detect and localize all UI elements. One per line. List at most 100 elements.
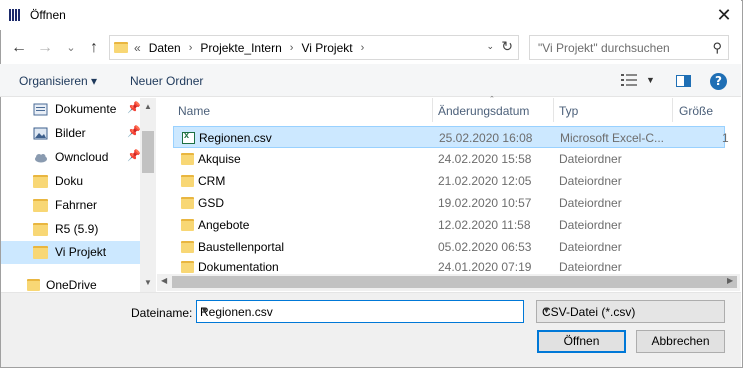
column-header-size[interactable]: Größe: [679, 104, 713, 128]
refresh-icon[interactable]: ↻: [501, 38, 513, 55]
search-placeholder: "Vi Projekt" durchsuchen: [538, 41, 670, 55]
navigation-pane: Dokumente 📌 Bilder 📌 Owncloud 📌 Doku Fah…: [1, 98, 156, 292]
view-dropdown-icon[interactable]: ▼: [646, 75, 655, 85]
file-date: 21.02.2020 12:05: [438, 174, 532, 188]
file-row[interactable]: Baustellenportal 05.02.2020 06:53 Dateio…: [173, 236, 725, 258]
breadcrumb-item[interactable]: Daten: [149, 41, 181, 55]
file-type-select[interactable]: CSV-Datei (*.csv) ▼: [536, 300, 725, 323]
horizontal-scrollbar[interactable]: ◀ ▶: [157, 274, 740, 291]
chevron-down-icon[interactable]: ▼: [200, 305, 519, 315]
title-bar: [0, 0, 741, 30]
sidebar-item-label: Doku: [55, 174, 84, 188]
file-date: 25.02.2020 16:08: [439, 131, 533, 145]
file-name: CRM: [198, 174, 226, 188]
sidebar-scrollbar[interactable]: ▲ ▼: [140, 98, 156, 292]
file-type: Dateiordner: [559, 218, 622, 232]
column-header-type[interactable]: Typ: [559, 104, 578, 128]
close-icon[interactable]: ✕: [710, 2, 738, 28]
view-options-icon[interactable]: [620, 73, 638, 87]
new-folder-button[interactable]: Neuer Ordner: [130, 74, 203, 88]
search-input[interactable]: "Vi Projekt" durchsuchen ⚲: [529, 35, 729, 60]
back-arrow-icon[interactable]: ←: [8, 38, 30, 58]
column-divider[interactable]: [672, 98, 673, 122]
chevron-right-icon[interactable]: ›: [290, 42, 294, 54]
pin-icon: 📌: [127, 102, 141, 114]
chevron-right-icon[interactable]: ›: [361, 42, 365, 54]
folder-icon: [33, 223, 48, 236]
folder-icon: [27, 279, 40, 291]
breadcrumb-item[interactable]: Vi Projekt: [301, 41, 352, 55]
sidebar-item-label: Fahrner: [55, 198, 98, 212]
column-header-date[interactable]: Änderungsdatum: [438, 104, 529, 128]
file-type: Dateiordner: [559, 260, 622, 274]
scrollbar-thumb[interactable]: [172, 276, 737, 288]
help-icon[interactable]: ?: [710, 73, 727, 90]
folder-icon: [181, 241, 194, 253]
folder-icon: [181, 197, 194, 209]
address-bar[interactable]: « Daten › Projekte_Intern › Vi Projekt ›…: [109, 35, 519, 60]
file-row[interactable]: CRM 21.02.2020 12:05 Dateiordner: [173, 170, 725, 192]
column-header-name[interactable]: Name: [178, 104, 210, 128]
preview-pane-icon[interactable]: [676, 75, 691, 87]
search-icon[interactable]: ⚲: [712, 40, 722, 56]
chevron-right-icon[interactable]: ›: [189, 42, 193, 54]
file-type: Dateiordner: [559, 174, 622, 188]
file-row[interactable]: Angebote 12.02.2020 11:58 Dateiordner: [173, 214, 725, 236]
file-date: 12.02.2020 11:58: [438, 218, 531, 232]
file-row[interactable]: Akquise 24.02.2020 15:58 Dateiordner: [173, 148, 725, 170]
address-dropdown-icon[interactable]: ⌄: [486, 41, 494, 52]
file-type: Dateiordner: [559, 240, 622, 254]
scroll-up-icon[interactable]: ▲: [140, 102, 156, 111]
scroll-left-icon[interactable]: ◀: [161, 276, 167, 285]
file-date: 19.02.2020 10:57: [438, 196, 532, 210]
file-name: GSD: [198, 196, 225, 210]
file-size: 1: [722, 131, 729, 145]
scrollbar-thumb[interactable]: [142, 131, 154, 173]
folder-icon: [181, 153, 194, 165]
column-divider[interactable]: [553, 98, 554, 122]
pin-icon: 📌: [127, 126, 141, 138]
sidebar-item-r5[interactable]: R5 (5.9): [1, 218, 141, 241]
app-icon: [9, 9, 23, 21]
recent-locations-dropdown-icon[interactable]: ⌄: [60, 38, 82, 58]
pictures-icon: [33, 127, 48, 140]
file-date: 05.02.2020 06:53: [438, 240, 532, 254]
cancel-button[interactable]: Abbrechen: [636, 330, 725, 353]
sidebar-item-label: Owncloud: [55, 150, 109, 164]
sidebar-item-doku[interactable]: Doku: [1, 170, 141, 193]
up-arrow-icon[interactable]: ↑: [83, 38, 105, 58]
file-name: Dokumentation: [198, 260, 279, 274]
sidebar-item-vi-projekt[interactable]: Vi Projekt: [1, 241, 141, 264]
file-type: Dateiordner: [559, 152, 622, 166]
organize-button[interactable]: Organisieren ▾: [19, 74, 97, 88]
file-row[interactable]: GSD 19.02.2020 10:57 Dateiordner: [173, 192, 725, 214]
file-date: 24.01.2020 07:19: [438, 260, 532, 274]
chevron-down-icon[interactable]: ▼: [542, 305, 720, 315]
window-title: Öffnen: [30, 8, 66, 22]
file-name: Regionen.csv: [199, 131, 272, 145]
sidebar-item-label: Vi Projekt: [55, 245, 107, 259]
file-row[interactable]: Dokumentation 24.01.2020 07:19 Dateiordn…: [173, 256, 725, 274]
file-type: Microsoft Excel-C...: [560, 131, 665, 145]
breadcrumb-overflow[interactable]: «: [134, 41, 141, 55]
column-divider[interactable]: [432, 98, 433, 122]
breadcrumb-item[interactable]: Projekte_Intern: [200, 41, 281, 55]
forward-arrow-icon[interactable]: →: [34, 38, 56, 58]
sidebar-item-label: R5 (5.9): [55, 222, 99, 236]
file-name: Angebote: [198, 218, 250, 232]
scroll-down-icon[interactable]: ▼: [140, 278, 156, 287]
sidebar-item-owncloud[interactable]: Owncloud 📌: [1, 146, 141, 169]
folder-icon: [114, 42, 128, 53]
sidebar-item-dokumente[interactable]: Dokumente 📌: [1, 98, 141, 121]
sidebar-item-fahrner[interactable]: Fahrner: [1, 194, 141, 217]
folder-icon: [181, 261, 194, 273]
sidebar-item-label: Dokumente: [55, 102, 117, 116]
folder-icon: [33, 199, 48, 212]
scroll-right-icon[interactable]: ▶: [727, 276, 733, 285]
file-row[interactable]: Regionen.csv 25.02.2020 16:08 Microsoft …: [173, 126, 729, 148]
open-button[interactable]: Öffnen: [537, 330, 626, 353]
file-name: Baustellenportal: [198, 240, 285, 254]
sidebar-item-bilder[interactable]: Bilder 📌: [1, 122, 141, 145]
filename-input[interactable]: Regionen.csv ▼: [196, 300, 524, 323]
folder-icon: [181, 175, 194, 187]
